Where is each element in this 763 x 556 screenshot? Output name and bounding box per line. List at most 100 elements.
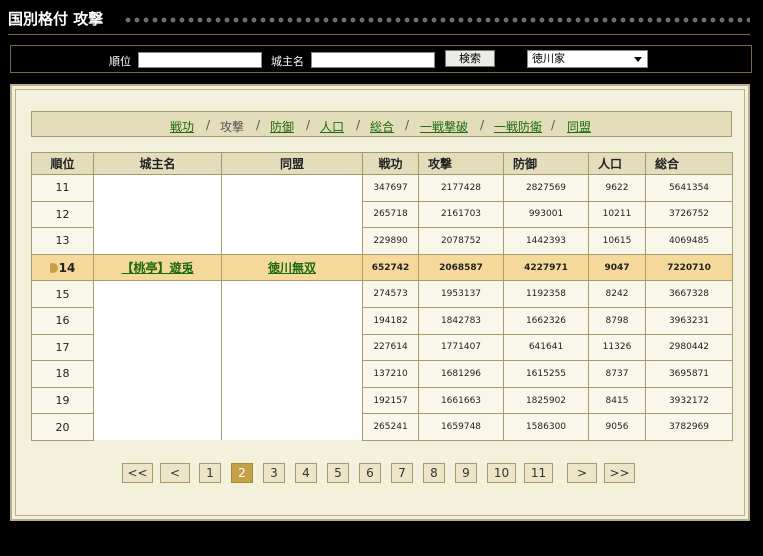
alliance-link[interactable]: 徳川無双 [221, 253, 363, 282]
alliance-cell [221, 387, 363, 414]
senko-cell: 227614 [362, 333, 419, 362]
col-header-senko: 戦功 [362, 152, 419, 175]
page-1-button[interactable]: 1 [199, 463, 221, 483]
col-header-alliance: 同盟 [221, 152, 363, 175]
owner-link[interactable]: 【桃亭】遊兎 [93, 253, 222, 282]
owner-cell [93, 413, 222, 441]
col-header-rank: 順位 [31, 152, 94, 175]
prev-page-button[interactable]: < [160, 463, 190, 483]
senko-cell: 274573 [362, 280, 419, 308]
attack-cell: 1661663 [418, 386, 504, 415]
rank-cell: 15 [31, 280, 94, 308]
country-select[interactable]: 徳川家 [527, 50, 648, 68]
rank-cell: 20 [31, 413, 94, 441]
rank-cell: 12 [31, 200, 94, 229]
attack-cell: 2078752 [418, 227, 504, 255]
page-11-button[interactable]: 11 [524, 463, 553, 483]
alliance-cell [221, 413, 363, 441]
alliance-cell [221, 334, 363, 361]
senko-cell: 137210 [362, 360, 419, 388]
owner-cell [93, 280, 222, 308]
population-cell: 9056 [588, 413, 646, 441]
next-page-button[interactable]: > [567, 463, 597, 483]
total-cell: 2980442 [645, 333, 733, 362]
col-header-owner: 城主名 [93, 152, 222, 175]
owner-cell [93, 360, 222, 388]
attack-cell: 2161703 [418, 200, 504, 229]
search-button[interactable]: 検索 [445, 50, 495, 67]
page-4-button[interactable]: 4 [295, 463, 317, 483]
tab-population[interactable]: 人口 [320, 118, 344, 135]
tab-single-defense[interactable]: 一戦防衛 [494, 118, 542, 135]
senko-cell: 652742 [362, 253, 419, 282]
ranking-panel: 戦功 / 攻撃 / 防御 / 人口 / 総合 / 一戦撃破 / 一戦防衛 / 同… [10, 84, 750, 521]
alliance-cell [221, 174, 363, 202]
page-9-button[interactable]: 9 [455, 463, 477, 483]
population-cell: 8737 [588, 360, 646, 388]
tab-separator: / [405, 118, 410, 132]
rank-cell: 17 [31, 333, 94, 362]
total-cell: 7220710 [645, 253, 733, 282]
page-8-button[interactable]: 8 [423, 463, 445, 483]
first-page-button[interactable]: << [122, 463, 153, 483]
decorative-diamond-border [124, 16, 750, 24]
rank-input[interactable] [138, 52, 262, 68]
tab-single-victory[interactable]: 一戦撃破 [420, 118, 468, 135]
population-cell: 10211 [588, 200, 646, 229]
rank-cell: 16 [31, 306, 94, 335]
attack-cell: 2068587 [418, 253, 504, 282]
total-cell: 3667328 [645, 280, 733, 308]
attack-cell: 2177428 [418, 174, 504, 202]
alliance-cell [221, 360, 363, 388]
page-5-button[interactable]: 5 [327, 463, 349, 483]
defense-cell: 1586300 [503, 413, 589, 441]
page-7-button[interactable]: 7 [391, 463, 413, 483]
population-cell: 9622 [588, 174, 646, 202]
defense-cell: 1825902 [503, 386, 589, 415]
population-cell: 11326 [588, 333, 646, 362]
page-3-button[interactable]: 3 [263, 463, 285, 483]
senko-cell: 192157 [362, 386, 419, 415]
tab-defense[interactable]: 防御 [270, 118, 294, 135]
owner-cell [93, 387, 222, 414]
table-row: 11 347697 2177428 2827569 9622 5641354 [31, 174, 733, 202]
title-bar: 国別格付 攻撃 [0, 0, 763, 35]
col-header-defense: 防御 [503, 152, 589, 175]
page-6-button[interactable]: 6 [359, 463, 381, 483]
rank-cell: 18 [31, 360, 94, 388]
total-cell: 3782969 [645, 413, 733, 441]
defense-cell: 641641 [503, 333, 589, 362]
category-tabs: 戦功 / 攻撃 / 防御 / 人口 / 総合 / 一戦撃破 / 一戦防衛 / 同… [31, 111, 732, 137]
tab-separator: / [256, 118, 261, 132]
senko-cell: 194182 [362, 306, 419, 335]
page-10-button[interactable]: 10 [487, 463, 516, 483]
page-2-button[interactable]: 2 [231, 463, 253, 483]
table-row: 18 137210 1681296 1615255 8737 3695871 [31, 360, 733, 388]
tab-total[interactable]: 総合 [370, 118, 394, 135]
owner-cell [93, 227, 222, 255]
owner-cell [93, 334, 222, 361]
alliance-cell [221, 280, 363, 308]
total-cell: 3932172 [645, 386, 733, 415]
col-header-total: 総合 [645, 152, 733, 175]
rank-cell: 14 [31, 253, 94, 282]
table-row: 20 265241 1659748 1586300 9056 3782969 [31, 413, 733, 441]
tab-separator: / [480, 118, 485, 132]
population-cell: 9047 [588, 253, 646, 282]
total-cell: 3695871 [645, 360, 733, 388]
senko-cell: 347697 [362, 174, 419, 202]
tab-alliance[interactable]: 同盟 [567, 118, 591, 135]
tab-senko[interactable]: 戦功 [170, 118, 194, 135]
population-cell: 10615 [588, 227, 646, 255]
table-row-highlighted: 14 【桃亭】遊兎 徳川無双 652742 2068587 4227971 90… [31, 253, 733, 282]
attack-cell: 1681296 [418, 360, 504, 388]
page-title: 国別格付 攻撃 [8, 10, 104, 28]
population-cell: 8798 [588, 306, 646, 335]
last-page-button[interactable]: >> [604, 463, 635, 483]
col-header-attack: 攻撃 [418, 152, 504, 175]
rank-cell: 19 [31, 386, 94, 415]
country-select-value: 徳川家 [532, 52, 565, 65]
tab-attack: 攻撃 [220, 120, 245, 134]
owner-input[interactable] [311, 52, 435, 68]
defense-cell: 1442393 [503, 227, 589, 255]
